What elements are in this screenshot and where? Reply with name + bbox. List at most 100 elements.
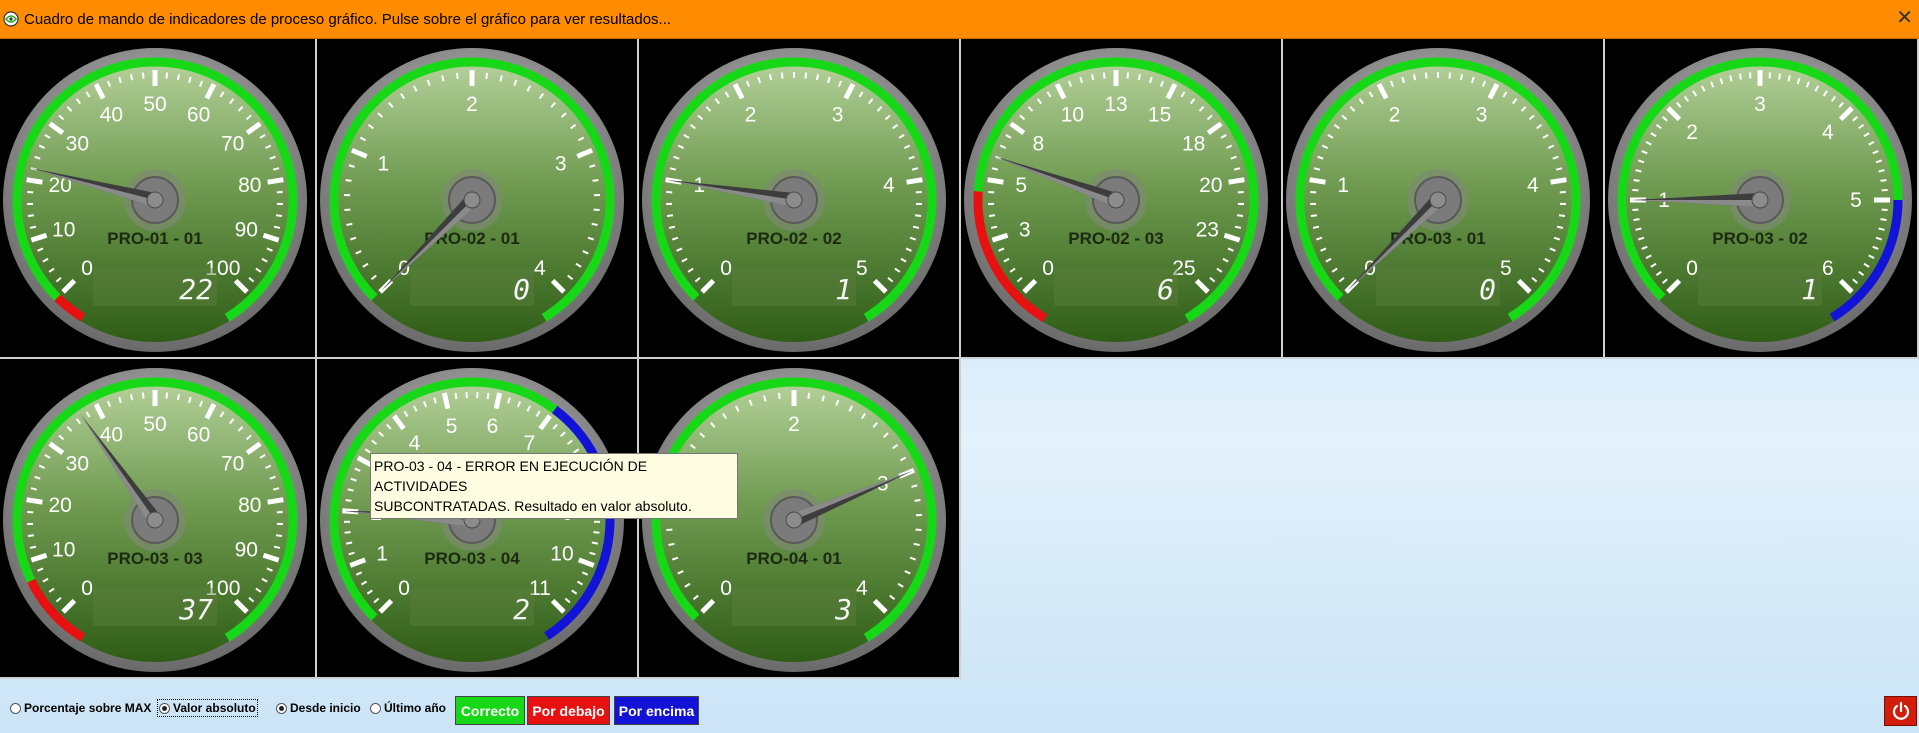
gauge-pro-01-01[interactable]: 0 10 20 30 40 50 60 70 80 90 100 PRO-01 - 01 22	[0, 39, 317, 359]
gauge-digital-readout: 1	[1801, 273, 1818, 306]
radio-last-year-label: Último año	[384, 701, 446, 715]
gauge-pro-03-03[interactable]: 0 10 20 30 40 50 60 70 80 90 100 PRO-03 - 03 37	[0, 359, 317, 679]
gauge-digital-readout: 3	[834, 593, 852, 626]
radio-percent-max-label: Porcentaje sobre MAX	[24, 701, 152, 715]
power-button[interactable]	[1884, 696, 1917, 726]
gauge-minor-tick	[1236, 214, 1244, 218]
gauge-pro-03-02[interactable]: 0123456PRO-03 - 021	[1605, 39, 1919, 359]
gauge-major-tick	[987, 177, 1004, 185]
gauge-minor-tick	[486, 392, 490, 400]
gauge-minor-tick	[1633, 178, 1640, 182]
gauge-label: PRO-03 - 04	[424, 549, 520, 568]
gauge-label: PRO-03 - 03	[107, 549, 202, 568]
gauge-digital-readout: 37	[178, 593, 213, 626]
gauge-tick-label: 2	[466, 93, 478, 116]
close-icon[interactable]: ✕	[1896, 8, 1913, 28]
gauge-major-tick	[493, 392, 503, 410]
gauge-minor-tick	[780, 72, 784, 79]
gauge-minor-tick	[344, 531, 351, 534]
gauge-minor-tick	[668, 225, 676, 229]
gauge-tick-label: 3	[555, 152, 567, 175]
gauge-tick-label: 10	[52, 219, 75, 242]
gauge-minor-tick	[1091, 74, 1095, 81]
gauge-minor-tick	[668, 542, 675, 546]
gauge-major-tick	[267, 177, 284, 185]
radio-absolute-value[interactable]: Valor absoluto	[157, 699, 258, 717]
gauge-minor-tick	[499, 75, 503, 82]
gauge-tick-label: 0	[720, 577, 732, 600]
gauge-tick-label: 20	[1199, 174, 1222, 197]
gauge-pro-03-01[interactable]: 012345PRO-03 - 010	[1283, 39, 1605, 359]
gauge-minor-tick	[1556, 225, 1564, 229]
gauge-minor-tick	[346, 222, 353, 226]
gauge-tick-label: 4	[534, 257, 546, 280]
gauge-minor-tick	[1738, 73, 1742, 80]
gauge-digital-readout: 22	[179, 273, 213, 306]
gauge-pro-02-01[interactable]: 01234PRO-02 - 010	[317, 39, 639, 359]
gauge-minor-tick	[346, 541, 353, 545]
gauge-pro-03-04[interactable]: 01234567891011PRO-03 - 042	[317, 359, 639, 679]
gauge-minor-tick	[29, 225, 37, 229]
gauge-svg: 01234PRO-02 - 010	[320, 48, 624, 352]
gauge-tick-label: 3	[1754, 93, 1766, 116]
gauge-tick-label: 3	[1476, 103, 1488, 126]
gauge-tick-label: 20	[49, 494, 72, 517]
gauge-tick-label: 5	[1500, 257, 1512, 280]
legend-above: Por encima	[614, 696, 699, 725]
gauge-major-tick	[906, 177, 923, 185]
gauge-tick-label: 6	[487, 415, 499, 438]
gauge-label: PRO-02 - 02	[746, 229, 841, 248]
gauge-pro-02-03[interactable]: 0 3 5 8 10 13 15 18 20 23 25 PRO-02 - 03 6	[961, 39, 1283, 359]
radio-since-start-label: Desde inicio	[290, 701, 361, 715]
gauge-major-tick	[267, 497, 284, 505]
gauge-minor-tick	[591, 541, 598, 545]
radio-last-year[interactable]: Último año	[370, 701, 446, 715]
gauge-tick-label: 2	[788, 413, 800, 436]
radio-percent-max[interactable]: Porcentaje sobre MAX	[10, 701, 151, 715]
gauge-tick-label: 23	[1196, 219, 1219, 242]
gauge-tick-label: 70	[221, 133, 244, 156]
gauge-tick-label: 0	[1686, 257, 1698, 280]
gauge-tick-label: 1	[376, 543, 388, 566]
gauge-tick-label: 8	[1032, 133, 1044, 156]
gauge-tick-label: 5	[1015, 174, 1027, 197]
gauge-needle-cap	[785, 191, 803, 209]
gauge-minor-tick	[591, 222, 598, 226]
gauge-minor-tick	[1880, 218, 1887, 222]
gauge-tick-label: 80	[238, 494, 261, 517]
gauge-minor-tick	[914, 214, 922, 218]
gauge-minor-tick	[1729, 75, 1733, 82]
gauge-major-tick	[26, 177, 43, 185]
gauge-minor-tick	[441, 75, 445, 82]
tooltip-line-1: PRO-03 - 04 - ERROR EN EJECUCIÓN DE ACTI…	[374, 458, 648, 494]
gauge-major-tick	[1309, 177, 1326, 185]
gauge-pro-04-01[interactable]: 01234PRO-04 - 013	[639, 359, 961, 679]
gauge-minor-tick	[345, 498, 352, 502]
radio-since-start[interactable]: Desde inicio	[276, 701, 361, 715]
gauge-tick-label: 2	[1389, 103, 1401, 126]
gauge-minor-tick	[769, 74, 773, 81]
gauge-tick-label: 3	[832, 103, 844, 126]
radio-dot	[10, 702, 21, 714]
gauge-tick-label: 5	[1850, 189, 1862, 212]
gauge-tick-label: 2	[1686, 121, 1698, 144]
gauge-major-tick	[26, 497, 43, 505]
gauge-minor-tick	[988, 214, 996, 218]
title-bar: Cuadro de mando de indicadores de proces…	[0, 0, 1919, 39]
gauge-minor-tick	[130, 74, 134, 81]
gauge-minor-tick	[1137, 74, 1141, 81]
gauge-minor-tick	[807, 392, 811, 399]
gauge-digital-readout: 0	[513, 273, 530, 306]
gauge-minor-tick	[821, 395, 825, 402]
gauge-minor-tick	[1778, 73, 1782, 80]
gauge-minor-tick	[275, 534, 283, 538]
gauge-pro-02-02[interactable]: 012345PRO-02 - 021	[639, 39, 961, 359]
gauge-tick-label: 5	[856, 257, 868, 280]
gauge-minor-tick	[275, 214, 283, 218]
tooltip-line-2: SUBCONTRATADAS. Resultado en valor absol…	[374, 498, 692, 514]
gauge-tick-label: 70	[221, 453, 244, 476]
gauge-tick-label: 90	[235, 539, 258, 562]
gauge-needle-cap	[146, 511, 164, 529]
gauge-minor-tick	[1558, 214, 1566, 218]
window-title: Cuadro de mando de indicadores de proces…	[24, 10, 672, 28]
